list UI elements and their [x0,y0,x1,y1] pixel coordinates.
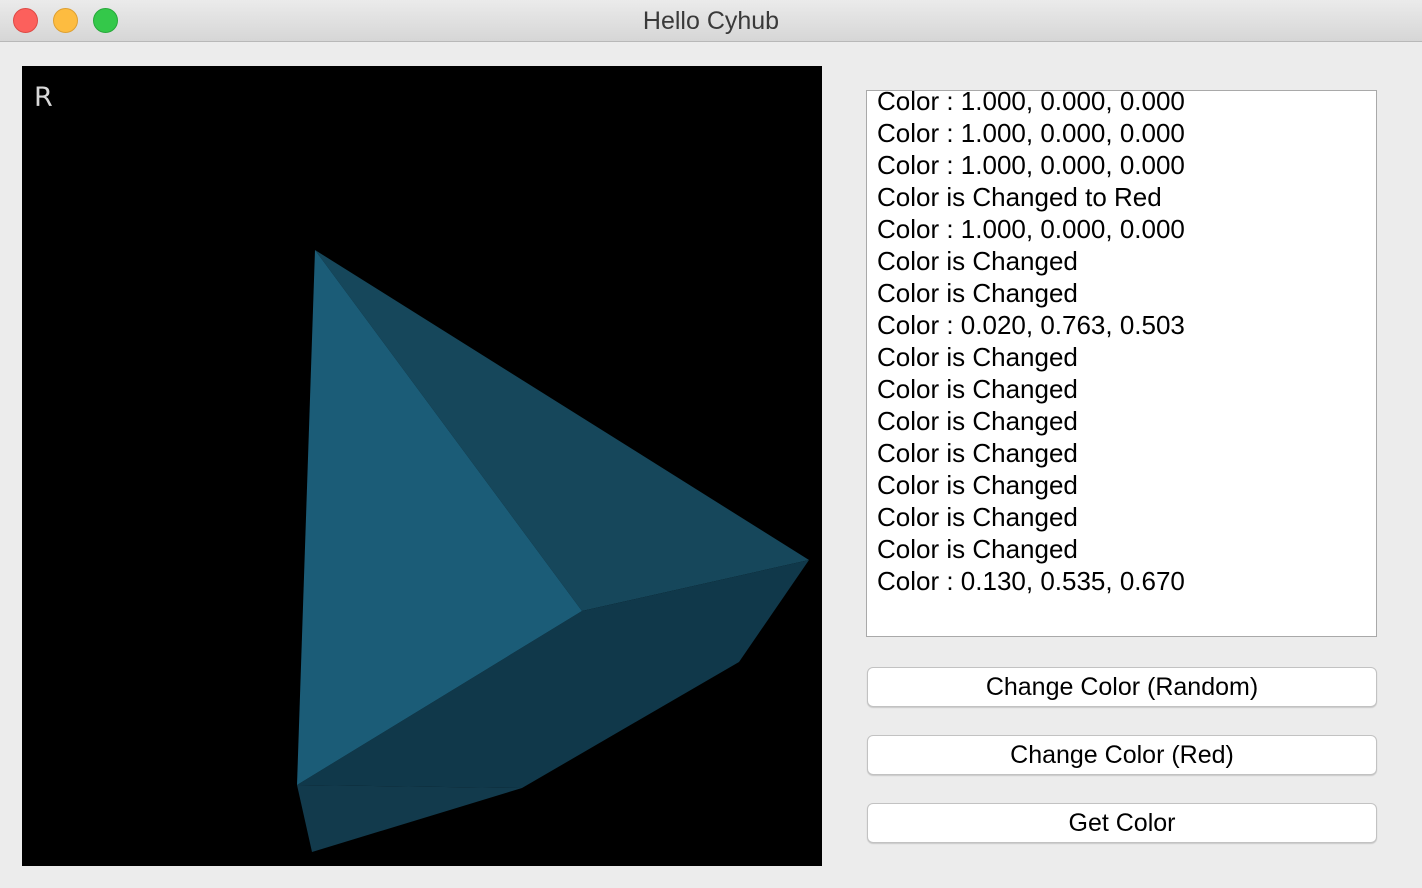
log-line: Color is Changed [877,406,1078,436]
log-line: Color is Changed [877,342,1078,372]
log-list: Color : 1.000, 0.000, 0.000 Color : 1.000… [877,90,1185,597]
log-line: Color is Changed [877,534,1078,564]
log-line: Color is Changed [877,438,1078,468]
tetrahedron-side-face [297,785,522,852]
app-window: Hello Cyhub R Color : 1.000, 0.000, 0.00… [0,0,1422,888]
window-title: Hello Cyhub [642,7,780,35]
log-line: Color : 1.000, 0.000, 0.000 [877,118,1185,148]
tetrahedron-render [297,250,809,852]
log-output[interactable]: Color : 1.000, 0.000, 0.000 Color : 1.000… [866,90,1377,637]
log-line: Color is Changed [877,470,1078,500]
opengl-viewport[interactable]: R [22,66,822,866]
log-line: Color is Changed [877,278,1078,308]
change-color-random-button[interactable]: Change Color (Random) [867,667,1377,707]
log-line: Color : 0.130, 0.535, 0.670 [877,566,1185,596]
change-color-red-button[interactable]: Change Color (Red) [867,735,1377,775]
log-line: Color : 1.000, 0.000, 0.000 [877,90,1185,116]
log-line: Color is Changed [877,502,1078,532]
title-bar[interactable]: Hello Cyhub [0,0,1422,42]
log-line: Color : 0.020, 0.763, 0.503 [877,310,1185,340]
log-line: Color is Changed [877,246,1078,276]
log-line: Color is Changed [877,374,1078,404]
get-color-button[interactable]: Get Color [867,803,1377,843]
log-line: Color : 1.000, 0.000, 0.000 [877,150,1185,180]
log-line: Color : 1.000, 0.000, 0.000 [877,214,1185,244]
log-line: Color is Changed to Red [877,182,1162,212]
viewport-label: R [34,82,53,113]
